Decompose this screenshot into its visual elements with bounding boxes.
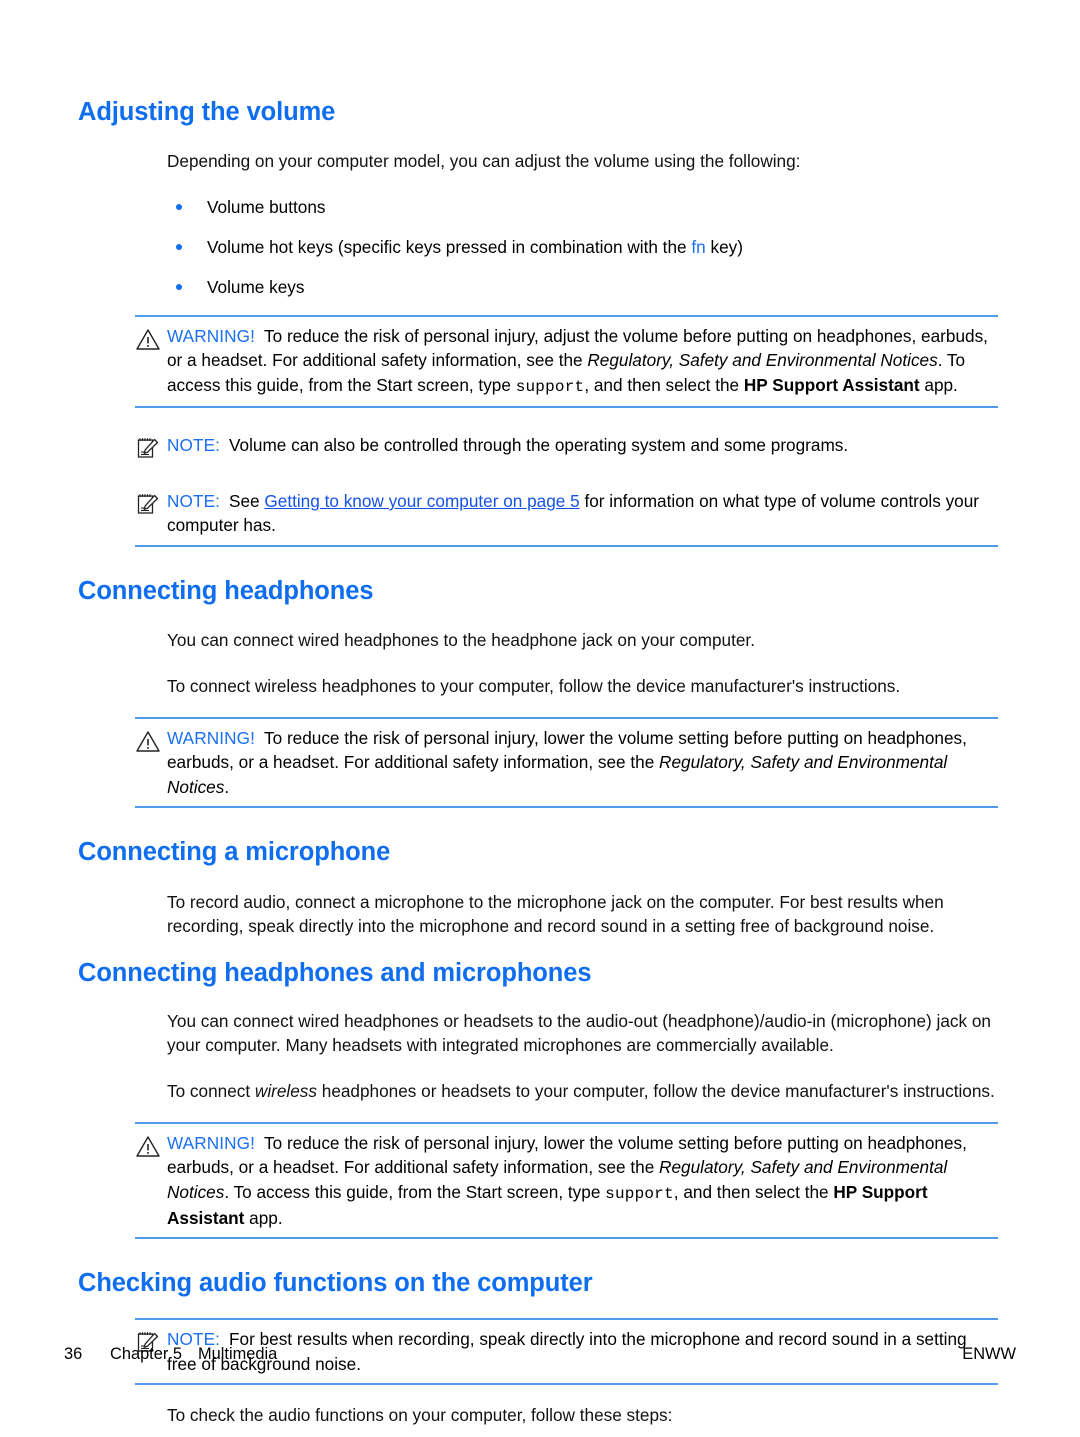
warning-text-3: , and then select the (584, 374, 744, 395)
warning-triangle-icon (135, 1133, 161, 1159)
footer-right-locale: ENWW (962, 1345, 1016, 1363)
heading-connecting-headphones: Connecting headphones (78, 576, 374, 605)
page-footer: 36 Chapter 5 Multimedia ENWW (64, 1345, 1016, 1364)
warning-block-volume: WARNING! To reduce the risk of personal i… (135, 314, 998, 408)
footer-page-number: 36 (64, 1345, 83, 1363)
warning-text-headphones: WARNING! To reduce the risk of personal i… (167, 726, 998, 799)
warning-label: WARNING! (167, 727, 256, 748)
list-item: Volume keys (167, 275, 998, 299)
footer-left: 36 Chapter 5 Multimedia (64, 1345, 277, 1364)
note-label: NOTE: (167, 434, 221, 455)
connecting-headphones-microphones-body: You can connect wired headphones or head… (167, 1009, 998, 1103)
list-item-label-tail: key) (705, 236, 743, 257)
note-pad-pencil-icon (135, 491, 161, 517)
heading-checking-audio-functions: Checking audio functions on the computer (78, 1268, 593, 1297)
footer-chapter-title: Multimedia (197, 1345, 278, 1363)
volume-controls-list: Volume buttons Volume hot keys (specific… (167, 195, 998, 299)
list-item: Volume buttons (167, 195, 998, 219)
note-pad-pencil-icon (135, 435, 161, 461)
note-block-volume-os: NOTE: Volume can also be controlled throu… (135, 426, 998, 464)
checking-audio-p1: To check the audio functions on your com… (167, 1405, 673, 1426)
connecting-headphones-body: You can connect wired headphones to the … (167, 628, 998, 698)
connecting-microphone-p1: To record audio, connect a microphone to… (167, 891, 944, 936)
connecting-headphones-p2: To connect wireless headphones to your c… (167, 675, 901, 696)
warning-text-volume: WARNING! To reduce the risk of personal i… (167, 324, 998, 399)
warning-block-headphones: WARNING! To reduce the risk of personal i… (135, 716, 998, 809)
connecting-headphones-p1: You can connect wired headphones to the … (167, 630, 755, 651)
adjusting-volume-body: Depending on your computer model, you ca… (167, 149, 998, 299)
warning-label: WARNING! (167, 325, 256, 346)
warning-bold-1: HP Support Assistant (743, 374, 920, 395)
warning-text-2: . To access this guide, from the Start s… (224, 1181, 606, 1202)
connecting-headphones-microphones-p2: To connect wireless headphones or headse… (167, 1079, 998, 1103)
p2-post: headphones or headsets to your computer,… (316, 1080, 995, 1101)
adjusting-volume-intro: Depending on your computer model, you ca… (167, 151, 801, 172)
warning-triangle-icon (135, 326, 161, 352)
fn-key-label: fn (691, 236, 706, 257)
list-item-label: Volume keys (207, 276, 305, 297)
page-content: Adjusting the volume Depending on your c… (78, 98, 998, 1437)
warning-mono-1: support (605, 1184, 674, 1203)
p2-italic: wireless (254, 1080, 317, 1101)
warning-text-4: app. (919, 374, 958, 395)
note-text-volume-os: NOTE: Volume can also be controlled throu… (167, 433, 998, 457)
note-block-getting-to-know: NOTE: See Getting to know your computer o… (135, 482, 998, 547)
connecting-headphones-microphones-p1: You can connect wired headphones or head… (167, 1010, 991, 1056)
list-item: Volume hot keys (specific keys pressed i… (167, 235, 998, 259)
heading-connecting-headphones-and-microphones: Connecting headphones and microphones (78, 959, 592, 988)
checking-audio-body: To check the audio functions on your com… (167, 1403, 998, 1427)
list-item-label: Volume buttons (207, 196, 326, 217)
list-item-label: Volume hot keys (specific keys pressed i… (207, 236, 692, 257)
warning-text-4: app. (244, 1207, 283, 1228)
document-page: Adjusting the volume Depending on your c… (0, 0, 1080, 1437)
note-text-getting-to-know: NOTE: See Getting to know your computer o… (167, 489, 998, 538)
heading-connecting-a-microphone: Connecting a microphone (78, 838, 391, 867)
note-label: NOTE: (167, 490, 221, 511)
p2-pre: To connect (167, 1080, 255, 1101)
heading-adjusting-the-volume: Adjusting the volume (78, 98, 336, 126)
warning-label: WARNING! (167, 1132, 256, 1153)
warning-mono-1: support (515, 377, 585, 396)
warning-block-headphones-microphones: WARNING! To reduce the risk of personal i… (135, 1121, 998, 1239)
warning-text-3: , and then select the (673, 1181, 834, 1202)
warning-triangle-icon (135, 728, 161, 754)
warning-text-headphones-microphones: WARNING! To reduce the risk of personal i… (167, 1131, 998, 1230)
note-text-1: See (229, 490, 265, 511)
connecting-microphone-body: To record audio, connect a microphone to… (167, 890, 998, 939)
warning-italic-1: Regulatory, Safety and Environmental Not… (587, 350, 938, 371)
note-text: Volume can also be controlled through th… (229, 434, 849, 455)
footer-chapter: Chapter 5 (110, 1345, 182, 1363)
cross-reference-link[interactable]: Getting to know your computer on page 5 (264, 491, 579, 511)
warning-text-2: . (224, 776, 230, 797)
